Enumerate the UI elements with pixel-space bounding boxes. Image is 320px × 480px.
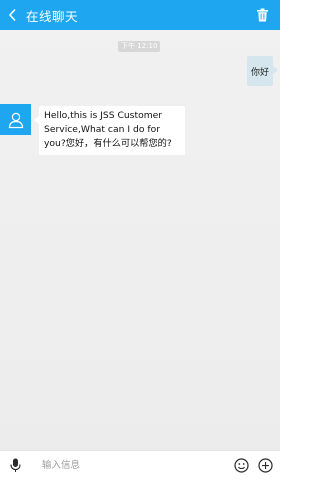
delete-chat-button[interactable]: [250, 0, 274, 30]
agent-avatar[interactable]: [0, 104, 31, 135]
smiley-icon: [233, 458, 249, 473]
message-input[interactable]: [30, 454, 229, 477]
top-app-bar: 在线聊天: [0, 0, 280, 30]
emoji-button[interactable]: [229, 451, 253, 480]
chevron-left-icon: [8, 8, 16, 22]
microphone-icon: [9, 458, 21, 472]
chat-area[interactable]: 下午 12:10 你好 Hello,this is JSS Customer S…: [0, 30, 280, 450]
outgoing-message[interactable]: 你好: [247, 56, 273, 86]
incoming-message[interactable]: Hello,this is JSS Customer Service,What …: [39, 106, 185, 155]
page-title: 在线聊天: [26, 8, 79, 24]
more-options-button[interactable]: [253, 451, 277, 480]
voice-input-button[interactable]: [0, 451, 30, 480]
trash-icon: [256, 8, 268, 22]
plus-circle-icon: [257, 458, 273, 473]
back-button[interactable]: [2, 0, 24, 30]
message-input-bar: [0, 450, 280, 480]
timestamp-badge: 下午 12:10: [118, 41, 161, 52]
outgoing-bubble-tail: [273, 66, 278, 74]
user-icon: [8, 112, 23, 128]
chat-screen: 在线聊天 下午 12:10 你好 Hello,this is JSS Custo…: [0, 0, 280, 480]
